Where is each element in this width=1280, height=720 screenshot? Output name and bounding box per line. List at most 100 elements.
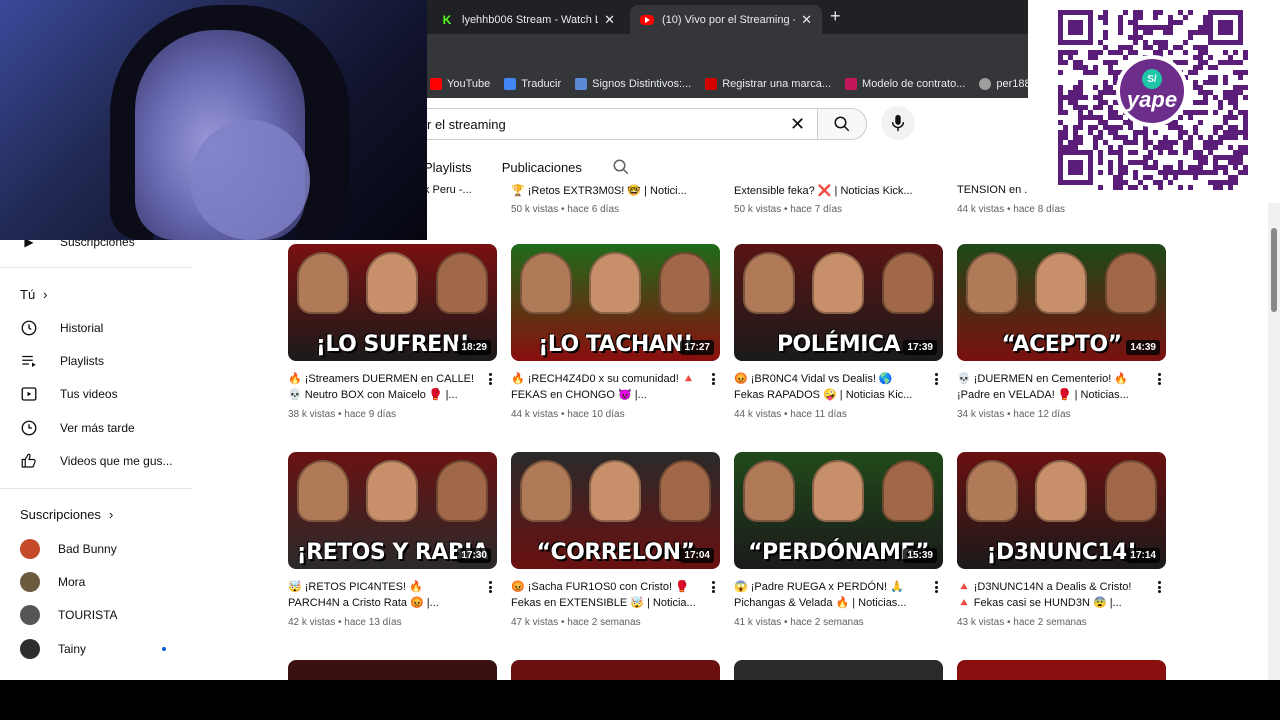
bookmark-signos[interactable]: Signos Distintivos:... <box>575 78 691 90</box>
video-title-partial[interactable]: Extensible feka? ❌ | Noticias Kick... <box>734 184 924 197</box>
video-title[interactable]: 😱 ¡Padre RUEGA x PERDÓN! 🙏 Pichangas & V… <box>734 579 921 611</box>
tab-title: lyehhb006 Stream - Watch Live <box>462 13 599 26</box>
video-stats: 41 k vistas • hace 2 semanas <box>734 617 864 628</box>
video-thumbnail[interactable]: ¡LO SUFREN! 18:29 <box>288 244 497 361</box>
scrollbar[interactable] <box>1268 200 1280 680</box>
video-title[interactable]: 😡 ¡Sacha FUR1OS0 con Cristo! 🥊 Fekas en … <box>511 579 698 611</box>
video-title[interactable]: 🔺 ¡D3NUNC14N a Dealis & Cristo! 🔺 Fekas … <box>957 579 1144 611</box>
video-title[interactable]: 😡 ¡BR0NC4 Vidal vs Dealis! 🌎 Fekas RAPAD… <box>734 371 921 403</box>
avatar <box>20 639 40 659</box>
more-options-icon[interactable] <box>931 371 941 387</box>
video-title[interactable]: 🤯 ¡RETOS PIC4NTES! 🔥 PARCH4N a Cristo Ra… <box>288 579 475 611</box>
bookmark-modelo[interactable]: Modelo de contrato... <box>845 78 965 90</box>
video-title[interactable]: 🔥 ¡Streamers DUERMEN en CALLE! 💀 Neutro … <box>288 371 475 403</box>
video-card[interactable]: ¡D3NUNC14! 17:14 🔺 ¡D3NUNC14N a Dealis & C… <box>957 452 1166 628</box>
video-card[interactable]: POLÉMICA 17:39 😡 ¡BR0NC4 Vidal vs Dealis! … <box>734 244 943 420</box>
thumbnail-person <box>1035 252 1088 314</box>
subscription-name: TOURISTA <box>58 608 118 622</box>
sidebar-item-playlists[interactable]: Playlists <box>18 349 104 373</box>
webcam-hand <box>190 120 310 240</box>
video-title[interactable]: 🔥 ¡RECH4Z4D0 x su comunidad! 🔺 FEKAS en … <box>511 371 698 403</box>
thumbnail-person <box>882 460 935 522</box>
section-subscriptions[interactable]: Suscripciones › <box>20 507 113 522</box>
tab-publicaciones[interactable]: Publicaciones <box>502 160 582 175</box>
thumbnail-person <box>659 252 712 314</box>
subscription-item[interactable]: Tainy <box>20 639 86 659</box>
sidebar-item-liked[interactable]: Videos que me gus... <box>18 449 173 473</box>
voice-search-button[interactable] <box>881 106 915 140</box>
tab-title: (10) Vivo por el Streaming - You <box>662 13 795 26</box>
video-title[interactable]: 💀 ¡DUERMEN en Cementerio! 🔥 ¡Padre en VE… <box>957 371 1144 403</box>
thumbnail-person <box>589 252 642 314</box>
more-options-icon[interactable] <box>708 371 718 387</box>
tab-playlists[interactable]: Playlists <box>424 160 472 175</box>
more-options-icon[interactable] <box>1154 579 1164 595</box>
thumbnail-person <box>519 252 572 314</box>
video-thumbnail[interactable]: “PERDÓNAME” 15:39 <box>734 452 943 569</box>
video-thumbnail[interactable]: ¡D3NUNC14! 17:14 <box>957 452 1166 569</box>
video-stats: 47 k vistas • hace 2 semanas <box>511 617 641 628</box>
more-options-icon[interactable] <box>485 371 495 387</box>
subscription-item[interactable]: Mora <box>20 572 85 592</box>
bookmark-registrar[interactable]: Registrar una marca... <box>705 78 831 90</box>
thumbnail-person <box>659 460 712 522</box>
new-tab-button[interactable]: + <box>830 6 841 27</box>
video-meta: 💀 ¡DUERMEN en Cementerio! 🔥 ¡Padre en VE… <box>957 371 1166 420</box>
video-thumbnail[interactable]: ¡LO TACHAN! 17:27 <box>511 244 720 361</box>
video-stats: 34 k vistas • hace 12 días <box>957 409 1071 420</box>
more-options-icon[interactable] <box>708 579 718 595</box>
video-duration: 18:29 <box>457 340 491 355</box>
subscription-item[interactable]: TOURISTA <box>20 605 118 625</box>
bottom-black-bar <box>0 680 1280 720</box>
video-card[interactable]: “PERDÓNAME” 15:39 😱 ¡Padre RUEGA x PERDÓN!… <box>734 452 943 628</box>
video-title-partial[interactable]: TENSION en ... <box>957 184 1027 196</box>
section-you[interactable]: Tú › <box>20 287 48 302</box>
video-thumbnail[interactable]: POLÉMICA 17:39 <box>734 244 943 361</box>
history-icon <box>18 318 40 338</box>
yape-symbol: S/ <box>1142 69 1162 89</box>
search-query: r el streaming <box>427 116 506 132</box>
browser-tab-kick[interactable]: K lyehhb006 Stream - Watch Live ✕ <box>430 5 625 34</box>
video-meta: 🤯 ¡RETOS PIC4NTES! 🔥 PARCH4N a Cristo Ra… <box>288 579 497 628</box>
browser-tab-youtube[interactable]: (10) Vivo por el Streaming - You ✕ <box>630 5 822 34</box>
search-icon[interactable] <box>612 158 630 176</box>
close-icon[interactable]: ✕ <box>604 12 615 28</box>
video-card[interactable]: ¡LO SUFREN! 18:29 🔥 ¡Streamers DUERMEN en … <box>288 244 497 420</box>
sidebar-item-tus-videos[interactable]: Tus videos <box>18 382 118 406</box>
video-stats: 42 k vistas • hace 13 días <box>288 617 402 628</box>
bookmark-youtube[interactable]: YouTube <box>430 78 490 90</box>
more-options-icon[interactable] <box>1154 371 1164 387</box>
subscription-item[interactable]: Bad Bunny <box>20 539 117 559</box>
thumbnail-person <box>812 252 865 314</box>
thumbnail-person <box>366 252 419 314</box>
video-card[interactable]: ¡LO TACHAN! 17:27 🔥 ¡RECH4Z4D0 x su comuni… <box>511 244 720 420</box>
video-title-partial[interactable]: 🏆 ¡Retos EXTR3M0S! 🤓 | Notici... <box>511 184 701 197</box>
bookmark-traducir[interactable]: Traducir <box>504 78 561 90</box>
video-thumbnail[interactable]: ¡RETOS Y RABIA 17:30 <box>288 452 497 569</box>
video-card[interactable]: “ACEPTO” 14:39 💀 ¡DUERMEN en Cementerio! 🔥… <box>957 244 1166 420</box>
video-thumbnail[interactable]: “ACEPTO” 14:39 <box>957 244 1166 361</box>
thumbnail-person <box>366 460 419 522</box>
video-thumbnail-partial[interactable] <box>511 660 720 680</box>
video-title-partial[interactable]: k Peru -... <box>424 184 482 196</box>
scrollbar-thumb[interactable] <box>1271 228 1277 312</box>
search-input[interactable]: r el streaming <box>400 108 818 140</box>
close-icon[interactable]: ✕ <box>801 12 812 28</box>
sidebar-item-ver-mas-tarde[interactable]: Ver más tarde <box>18 416 135 440</box>
clear-search-icon[interactable]: ✕ <box>790 114 805 135</box>
sidebar-item-historial[interactable]: Historial <box>18 316 103 340</box>
search-button[interactable] <box>817 108 867 140</box>
divider <box>0 267 192 268</box>
new-content-dot <box>162 647 166 651</box>
avatar <box>20 539 40 559</box>
thumbnail-person <box>742 252 795 314</box>
more-options-icon[interactable] <box>485 579 495 595</box>
video-thumbnail-partial[interactable] <box>957 660 1166 680</box>
more-options-icon[interactable] <box>931 579 941 595</box>
video-thumbnail-partial[interactable] <box>288 660 497 680</box>
video-card[interactable]: ¡RETOS Y RABIA 17:30 🤯 ¡RETOS PIC4NTES! 🔥 … <box>288 452 497 628</box>
chevron-right-icon: › <box>43 287 48 302</box>
video-card[interactable]: “CORRELON” 17:04 😡 ¡Sacha FUR1OS0 con Cris… <box>511 452 720 628</box>
video-thumbnail[interactable]: “CORRELON” 17:04 <box>511 452 720 569</box>
video-thumbnail-partial[interactable] <box>734 660 943 680</box>
